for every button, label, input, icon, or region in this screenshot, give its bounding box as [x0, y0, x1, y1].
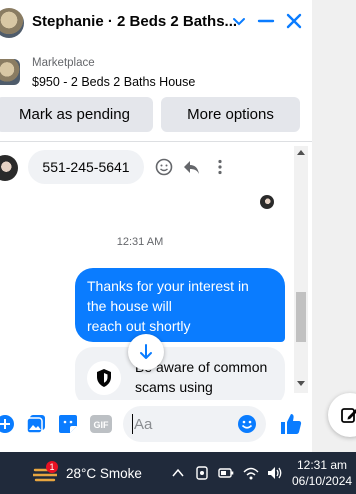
chat-header: Stephanie · 2 Beds 2 Baths... [0, 0, 312, 46]
message-timestamp: 12:31 AM [116, 236, 164, 248]
clock-time: 12:31 am [297, 458, 348, 472]
react-emoji-icon[interactable] [155, 158, 173, 176]
reply-icon[interactable] [182, 158, 200, 176]
scrollbar-thumb[interactable] [296, 292, 306, 342]
scroll-to-bottom-button[interactable] [128, 334, 164, 370]
notification-badge: 1 [46, 461, 58, 473]
shield-icon [87, 361, 121, 395]
clock-date: 06/10/2024 [292, 474, 353, 488]
like-icon[interactable] [279, 412, 303, 436]
close-icon[interactable] [283, 10, 305, 32]
photo-icon[interactable] [26, 414, 46, 434]
contact-avatar[interactable] [0, 8, 24, 38]
more-options-button[interactable]: More options [161, 97, 300, 132]
sticker-icon[interactable] [58, 414, 78, 434]
chevron-up-icon[interactable] [172, 468, 184, 478]
battery-icon[interactable] [218, 467, 234, 479]
svg-text:GIF: GIF [94, 420, 110, 430]
volume-icon[interactable] [266, 465, 284, 481]
marketplace-listing[interactable]: Marketplace $950 - 2 Beds 2 Baths House [0, 54, 312, 94]
outgoing-message-bubble[interactable]: Thanks for your interest in the house wi… [75, 268, 285, 342]
outgoing-line: Thanks for your interest in [87, 278, 249, 294]
minimize-icon[interactable] [255, 10, 277, 32]
marketplace-label: Marketplace [32, 57, 95, 69]
listing-description: $950 - 2 Beds 2 Baths House [32, 75, 196, 89]
scam-warning-card[interactable]: Be aware of common scams using [75, 347, 285, 407]
plus-circle-icon[interactable] [0, 415, 14, 433]
arrow-down-icon [140, 344, 152, 359]
message-scrollbar[interactable] [294, 146, 308, 393]
message-input-placeholder: Aa [134, 416, 153, 433]
system-clock[interactable]: 12:31 am 06/10/2024 [292, 457, 352, 489]
weather-text[interactable]: 28°C Smoke [66, 466, 142, 481]
outgoing-line: reach out shortly [87, 318, 191, 334]
listing-thumbnail [0, 59, 20, 85]
wifi-icon[interactable] [242, 465, 260, 481]
scroll-up-arrow-icon[interactable] [297, 149, 305, 155]
new-message-button[interactable] [328, 393, 356, 437]
read-receipt-avatar [260, 195, 274, 209]
outgoing-line: the house will [87, 298, 172, 314]
message-composer: GIF Aa [0, 400, 312, 452]
conversation-title[interactable]: Stephanie · 2 Beds 2 Baths... [32, 13, 237, 30]
text-caret [132, 414, 133, 434]
message-input[interactable]: Aa [123, 406, 266, 442]
scam-line: scams using [135, 379, 213, 395]
mark-as-pending-button[interactable]: Mark as pending [0, 97, 153, 132]
chevron-down-icon[interactable] [228, 10, 250, 32]
incoming-message-bubble[interactable]: 551-245-5641 [28, 150, 144, 184]
scroll-down-arrow-icon[interactable] [297, 381, 305, 387]
compose-icon [341, 408, 356, 423]
header-divider [0, 141, 312, 142]
meet-now-icon[interactable] [195, 465, 209, 481]
gif-icon[interactable]: GIF [90, 414, 112, 434]
windows-taskbar: 1 28°C Smoke 12:31 am 06/10/2024 [0, 452, 356, 494]
sender-avatar [0, 155, 18, 181]
more-vertical-icon[interactable] [211, 158, 229, 176]
chat-window: Stephanie · 2 Beds 2 Baths... Marketplac… [0, 0, 312, 452]
emoji-icon[interactable] [237, 414, 257, 434]
